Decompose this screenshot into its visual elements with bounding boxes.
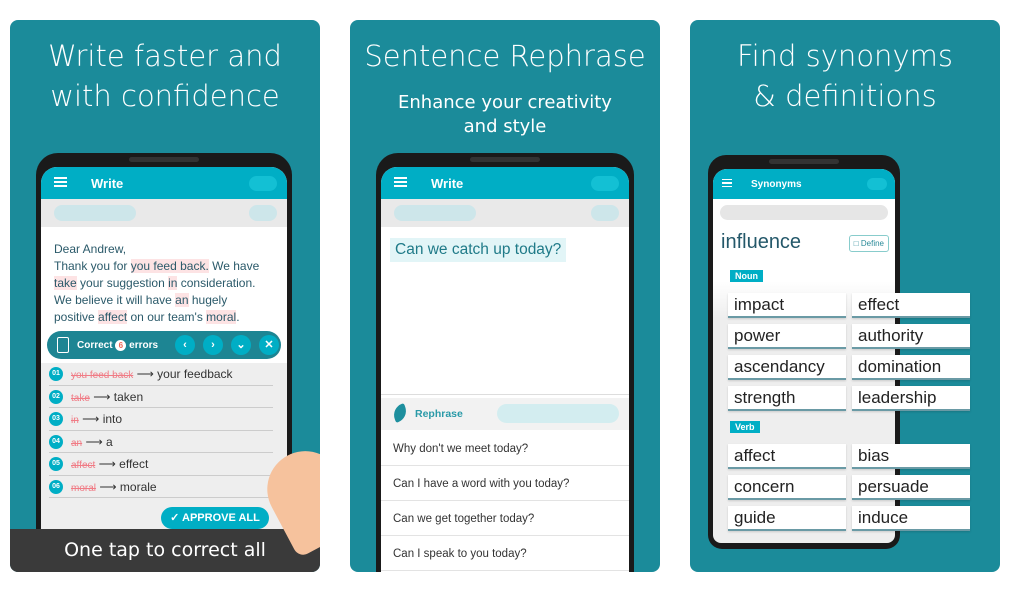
menu-icon[interactable] bbox=[394, 177, 407, 187]
headword: influence bbox=[721, 231, 802, 253]
suggestion-item[interactable]: Can I have a word with you today? bbox=[381, 466, 629, 501]
suggested-text: morale bbox=[119, 479, 157, 494]
correction-item[interactable]: 02 take ⟶ taken bbox=[49, 386, 273, 408]
correction-number: 05 bbox=[49, 457, 63, 471]
app-title: Write bbox=[431, 176, 464, 191]
arrow-icon: ⟶ bbox=[99, 479, 117, 494]
synonym-item[interactable]: impact bbox=[728, 293, 846, 318]
panel-title-line2: & definitions bbox=[753, 79, 937, 113]
quill-icon bbox=[390, 403, 410, 423]
suggestion-item[interactable]: Can we get together today? bbox=[381, 501, 629, 536]
synonym-item[interactable]: bias bbox=[852, 444, 970, 469]
app-bar: Write bbox=[41, 167, 287, 199]
suggested-text: into bbox=[102, 412, 123, 426]
approve-all-button[interactable]: ✓ APPROVE ALL bbox=[161, 507, 269, 529]
correction-number: 03 bbox=[49, 412, 63, 426]
suggested-text: taken bbox=[113, 389, 144, 404]
arrow-icon: ⟶ bbox=[85, 434, 103, 449]
synonym-item[interactable]: strength bbox=[728, 386, 846, 411]
search-input[interactable] bbox=[720, 205, 888, 220]
wrong-text: an bbox=[71, 437, 83, 449]
panel-subtitle-line2: and style bbox=[463, 116, 547, 137]
correct-label: Correct bbox=[77, 340, 113, 351]
panel-title-line2: with confidence bbox=[50, 79, 280, 113]
suggestion-item[interactable]: Why don't we meet today? bbox=[381, 431, 629, 466]
wrong-text: take bbox=[71, 392, 90, 404]
letter-text[interactable]: Dear Andrew, Thank you for you feed back… bbox=[54, 241, 259, 326]
arrow-icon: ⟶ bbox=[98, 457, 116, 471]
wrong-text: moral bbox=[71, 482, 97, 494]
menu-icon[interactable] bbox=[722, 179, 732, 187]
suggestion-item[interactable]: Can I speak to you today? bbox=[381, 536, 629, 571]
synonym-item[interactable]: effect bbox=[852, 293, 970, 318]
verb-tag: Verb bbox=[730, 421, 760, 433]
synonym-item[interactable]: persuade bbox=[852, 475, 970, 500]
wrong-text: affect bbox=[71, 460, 96, 471]
app-title: Synonyms bbox=[751, 179, 802, 190]
correction-item[interactable]: 06 moral ⟶ morale bbox=[49, 476, 273, 498]
previous-button[interactable]: ‹ bbox=[175, 335, 195, 355]
phone-mockup: Write Dear Andrew, Thank you for you fee… bbox=[36, 153, 292, 572]
chevron-down-button[interactable]: ⌄ bbox=[231, 335, 251, 355]
correction-number: 01 bbox=[49, 367, 63, 381]
promo-panel-rephrase: Sentence Rephrase Enhance your creativit… bbox=[350, 20, 660, 572]
arrow-icon: ⟶ bbox=[136, 367, 154, 381]
panel-title-line1: Write faster and bbox=[48, 39, 282, 73]
noun-tag: Noun bbox=[730, 270, 763, 282]
caption: One tap to correct all bbox=[10, 529, 320, 572]
panel-title-line1: Find synonyms bbox=[737, 39, 953, 73]
wrong-text: you feed back bbox=[71, 370, 134, 381]
synonym-item[interactable]: induce bbox=[852, 506, 970, 531]
synonym-item[interactable]: ascendancy bbox=[728, 355, 846, 380]
correction-number: 04 bbox=[49, 434, 63, 449]
error-count-badge: 6 bbox=[115, 340, 127, 351]
rephrase-button[interactable]: Rephrase bbox=[415, 408, 463, 420]
wrong-text: in bbox=[71, 415, 79, 426]
synonym-item[interactable]: concern bbox=[728, 475, 846, 500]
promo-panel-synonyms: Find synonyms & definitions Synonyms inf… bbox=[690, 20, 1000, 572]
suggested-text: effect bbox=[119, 457, 149, 471]
correction-item[interactable]: 05 affect ⟶ effect bbox=[49, 453, 273, 476]
correct-icon bbox=[57, 337, 69, 353]
synonym-item[interactable]: power bbox=[728, 324, 846, 349]
panel-subtitle-line1: Enhance your creativity bbox=[398, 92, 612, 113]
errors-label: errors bbox=[129, 340, 159, 351]
next-button[interactable]: › bbox=[203, 335, 223, 355]
correction-item[interactable]: 01 you feed back ⟶ your feedback bbox=[49, 363, 273, 386]
synonym-item[interactable]: guide bbox=[728, 506, 846, 531]
arrow-icon: ⟶ bbox=[93, 389, 111, 404]
synonym-item[interactable]: authority bbox=[852, 324, 970, 349]
app-title: Write bbox=[91, 176, 124, 191]
suggested-text: your feedback bbox=[157, 367, 233, 381]
correction-number: 02 bbox=[49, 389, 63, 404]
correction-item[interactable]: 04 an ⟶ a bbox=[49, 431, 273, 453]
suggested-text: a bbox=[106, 434, 113, 449]
correction-number: 06 bbox=[49, 479, 63, 494]
define-button[interactable]: □ Define bbox=[848, 235, 889, 252]
arrow-icon: ⟶ bbox=[82, 412, 100, 426]
synonym-item[interactable]: leadership bbox=[852, 386, 970, 411]
input-text[interactable]: Can we catch up today? bbox=[390, 238, 567, 262]
promo-panel-write: Write faster and with confidence Write D… bbox=[10, 20, 320, 572]
book-icon: □ bbox=[853, 239, 859, 248]
correction-bar: Correct 6 errors ‹ › ⌄ ✕ bbox=[47, 331, 281, 359]
menu-icon[interactable] bbox=[54, 177, 67, 187]
synonym-item[interactable]: affect bbox=[728, 444, 846, 469]
panel-title: Sentence Rephrase bbox=[364, 39, 646, 73]
close-button[interactable]: ✕ bbox=[259, 335, 279, 355]
phone-mockup: Write Can we catch up today? Rephrase Wh… bbox=[376, 153, 634, 572]
correction-item[interactable]: 03 in ⟶ into bbox=[49, 408, 273, 431]
synonym-item[interactable]: domination bbox=[852, 355, 970, 380]
